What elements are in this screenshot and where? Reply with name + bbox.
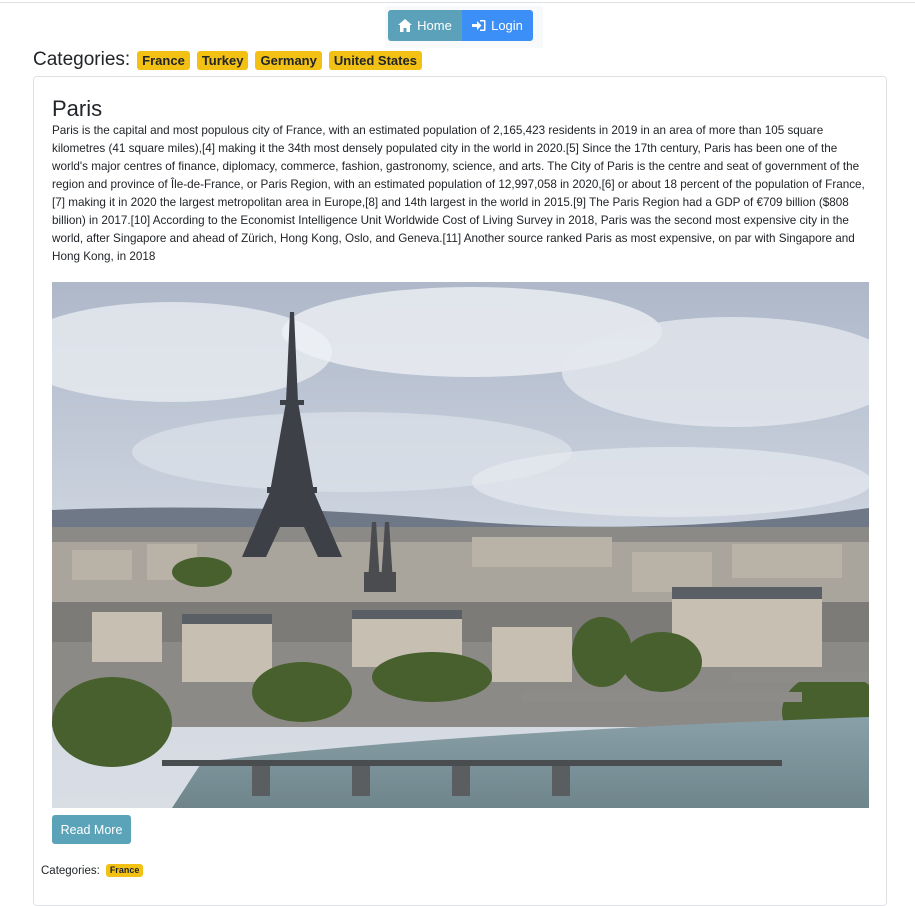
footer-categories: Categories: France	[41, 864, 144, 877]
article-title: Paris	[52, 96, 103, 121]
article-image	[52, 282, 869, 808]
nav-button-group: Home Login	[388, 10, 533, 41]
sign-in-icon	[472, 19, 486, 32]
categories-label: Categories:	[33, 49, 131, 70]
category-badge-united-states[interactable]: United States	[328, 50, 422, 70]
categories-bar: Categories: France Turkey Germany United…	[33, 47, 429, 73]
article-card: Paris Paris is the capital and most popu…	[33, 76, 887, 906]
category-badge-france[interactable]: France	[137, 50, 190, 70]
navbar: Home Login	[385, 6, 543, 48]
footer-category-badge-france[interactable]: France	[105, 864, 144, 877]
category-badge-turkey[interactable]: Turkey	[196, 50, 249, 70]
home-label: Home	[417, 18, 452, 33]
login-label: Login	[491, 18, 523, 33]
login-button[interactable]: Login	[462, 10, 533, 41]
home-icon	[398, 19, 413, 32]
home-button[interactable]: Home	[388, 10, 462, 41]
article-body: Paris is the capital and most populous c…	[52, 124, 865, 263]
top-divider	[0, 2, 915, 3]
read-more-button[interactable]: Read More	[52, 815, 131, 844]
category-badge-germany[interactable]: Germany	[255, 50, 322, 70]
footer-categories-label: Categories:	[41, 864, 100, 877]
